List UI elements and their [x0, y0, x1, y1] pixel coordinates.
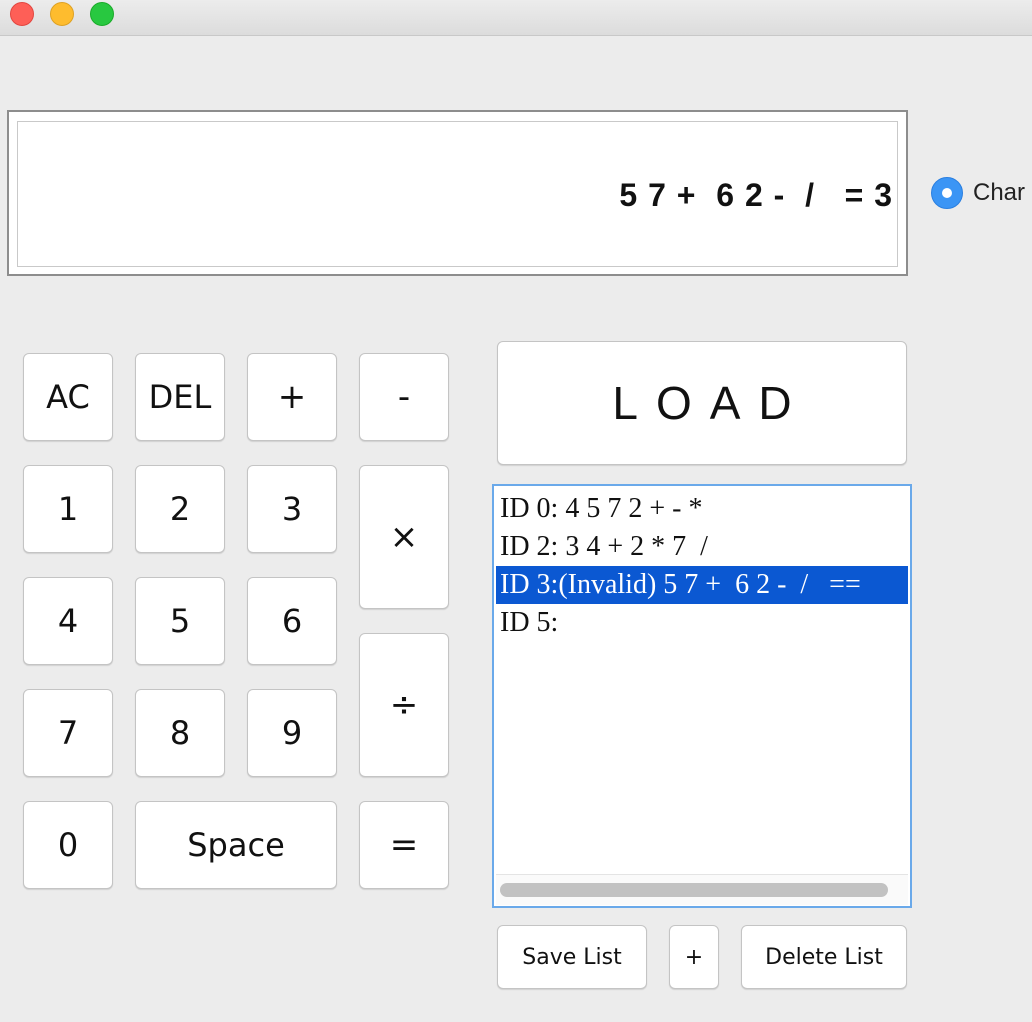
digit-1-button[interactable]: 1 — [23, 465, 113, 553]
char-mode-option[interactable]: Char — [931, 176, 1025, 210]
delete-list-button[interactable]: Delete List — [741, 925, 907, 989]
add-list-button[interactable]: + — [669, 925, 719, 989]
history-item[interactable]: ID 5: — [496, 604, 908, 642]
digit-0-button[interactable]: 0 — [23, 801, 113, 889]
calculator-window: 5 7 + 6 2 - / = 3 Char AC DEL + - 1 2 3 … — [0, 0, 1032, 1022]
delete-button[interactable]: DEL — [135, 353, 225, 441]
char-radio-button[interactable] — [931, 177, 963, 209]
equals-button[interactable]: = — [359, 801, 449, 889]
horizontal-scrollbar[interactable] — [496, 874, 908, 905]
plus-button[interactable]: + — [247, 353, 337, 441]
multiply-button[interactable]: × — [359, 465, 449, 609]
digit-6-button[interactable]: 6 — [247, 577, 337, 665]
digit-4-button[interactable]: 4 — [23, 577, 113, 665]
digit-5-button[interactable]: 5 — [135, 577, 225, 665]
space-button[interactable]: Space — [135, 801, 337, 889]
close-button[interactable] — [10, 2, 34, 26]
maximize-button[interactable] — [90, 2, 114, 26]
history-item[interactable]: ID 0: 4 5 7 2 + - * — [496, 490, 908, 528]
digit-3-button[interactable]: 3 — [247, 465, 337, 553]
digit-2-button[interactable]: 2 — [135, 465, 225, 553]
divide-button[interactable]: ÷ — [359, 633, 449, 777]
char-radio-label: Char — [973, 179, 1026, 206]
load-button[interactable]: LOAD — [497, 341, 907, 465]
save-list-button[interactable]: Save List — [497, 925, 647, 989]
scrollbar-thumb[interactable] — [500, 883, 888, 897]
ac-button[interactable]: AC — [23, 353, 113, 441]
digit-9-button[interactable]: 9 — [247, 689, 337, 777]
title-bar — [0, 0, 1032, 36]
history-list[interactable]: ID 0: 4 5 7 2 + - * ID 2: 3 4 + 2 * 7 / … — [492, 484, 912, 908]
history-item-selected[interactable]: ID 3:(Invalid) 5 7 + 6 2 - / == — [496, 566, 908, 604]
minimize-button[interactable] — [50, 2, 74, 26]
expression-text: 5 7 + 6 2 - / = 3 — [619, 177, 893, 213]
minus-button[interactable]: - — [359, 353, 449, 441]
digit-8-button[interactable]: 8 — [135, 689, 225, 777]
expression-field[interactable]: 5 7 + 6 2 - / = 3 — [17, 121, 898, 267]
digit-7-button[interactable]: 7 — [23, 689, 113, 777]
history-item[interactable]: ID 2: 3 4 + 2 * 7 / — [496, 528, 908, 566]
expression-display: 5 7 + 6 2 - / = 3 — [7, 110, 908, 276]
